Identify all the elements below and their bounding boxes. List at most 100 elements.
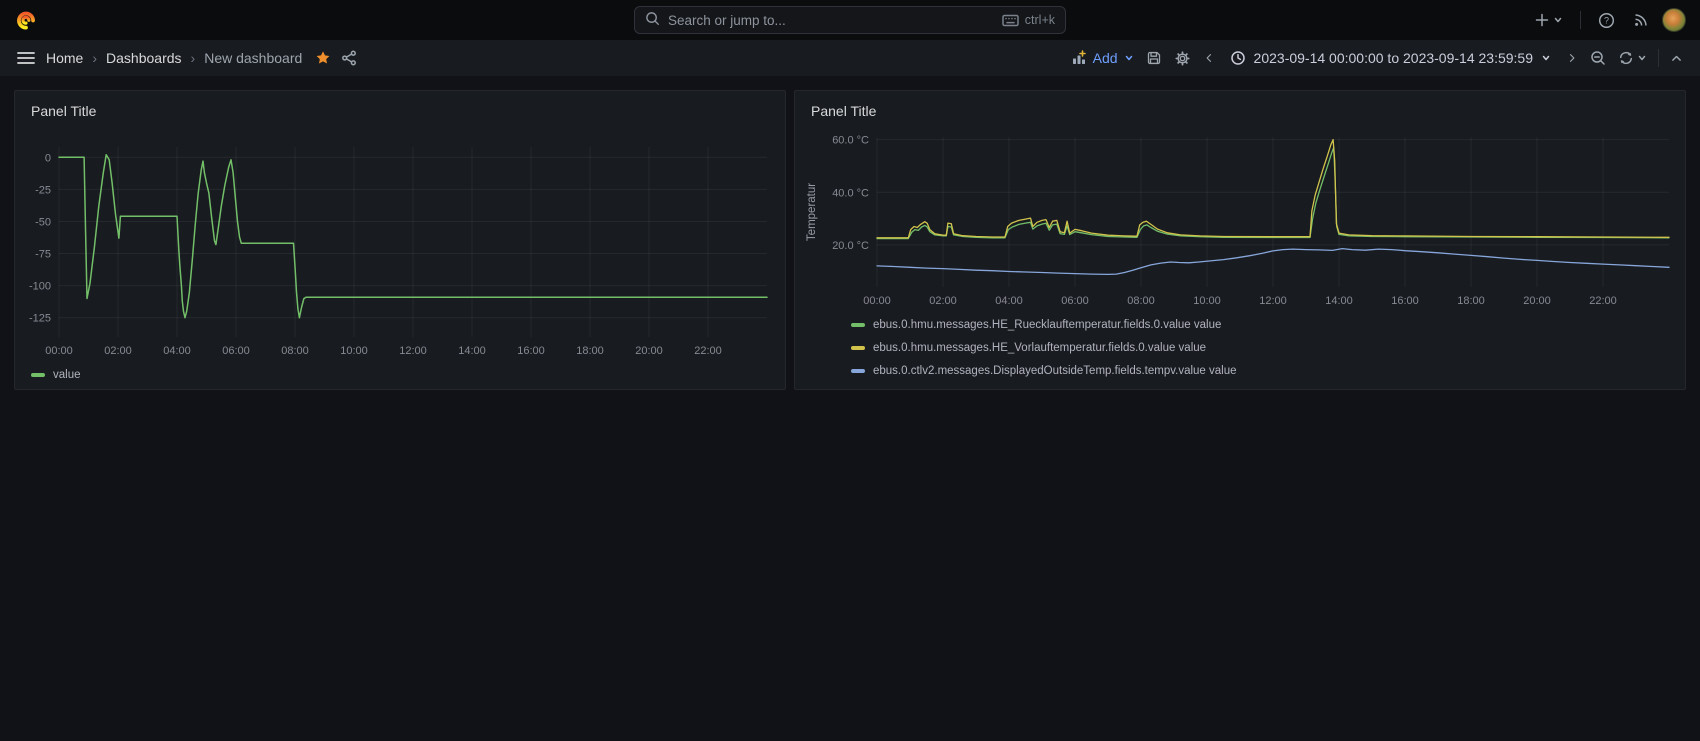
svg-text:08:00: 08:00	[281, 345, 309, 357]
search-icon	[645, 11, 660, 29]
panel-legend: value	[23, 363, 777, 386]
legend-label: ebus.0.hmu.messages.HE_Ruecklauftemperat…	[873, 319, 1221, 331]
panel-left: Panel Title 00:0002:0004:0006:0008:0010:…	[14, 90, 786, 390]
svg-text:04:00: 04:00	[163, 345, 191, 357]
time-range-picker[interactable]: 2023-09-14 00:00:00 to 2023-09-14 23:59:…	[1222, 46, 1559, 70]
svg-text:22:00: 22:00	[694, 345, 722, 357]
breadcrumb-dashboards[interactable]: Dashboards	[106, 50, 182, 66]
time-shift-forward-button[interactable]	[1561, 48, 1583, 68]
divider	[1580, 11, 1581, 29]
svg-text:16:00: 16:00	[517, 345, 545, 357]
svg-text:-100: -100	[29, 281, 51, 293]
time-series-chart[interactable]: 00:0002:0004:0006:0008:0010:0012:0014:00…	[23, 123, 777, 363]
svg-text:-125: -125	[29, 313, 51, 325]
legend-item[interactable]: ebus.0.hmu.messages.HE_Ruecklauftemperat…	[851, 313, 1677, 336]
svg-text:12:00: 12:00	[1259, 295, 1287, 307]
svg-text:10:00: 10:00	[340, 345, 368, 357]
legend-chip	[851, 346, 865, 350]
grafana-logo[interactable]	[14, 8, 38, 32]
favorite-star-button[interactable]	[310, 46, 336, 70]
breadcrumb-home[interactable]: Home	[46, 50, 83, 66]
top-nav: Search or jump to... ctrl+k ?	[0, 0, 1700, 40]
legend-item[interactable]: ebus.0.ctlv2.messages.DisplayedOutsideTe…	[851, 359, 1677, 382]
add-button[interactable]: Add	[1066, 46, 1139, 70]
chevron-down-icon	[1541, 53, 1551, 63]
svg-text:12:00: 12:00	[399, 345, 427, 357]
legend-label: ebus.0.hmu.messages.HE_Vorlauftemperatur…	[873, 342, 1206, 354]
dashboard-settings-button[interactable]	[1169, 46, 1196, 71]
breadcrumb-separator: ›	[191, 50, 196, 66]
svg-text:02:00: 02:00	[929, 295, 957, 307]
svg-text:06:00: 06:00	[1061, 295, 1089, 307]
svg-text:-75: -75	[35, 249, 51, 261]
svg-text:20:00: 20:00	[1523, 295, 1551, 307]
svg-text:18:00: 18:00	[576, 345, 604, 357]
legend-item[interactable]: value	[31, 363, 777, 386]
share-icon	[341, 50, 357, 66]
rss-icon	[1633, 12, 1649, 28]
add-label: Add	[1093, 50, 1118, 66]
time-shift-back-button[interactable]	[1198, 48, 1220, 68]
chevron-left-icon	[1203, 52, 1215, 64]
svg-text:Temperatur: Temperatur	[806, 183, 818, 241]
save-icon	[1146, 50, 1162, 66]
time-series-chart[interactable]: 00:00 02:00 04:00 06:00 08:00 10:00 12:00 14:00…	[803, 123, 1677, 313]
svg-text:00:00: 00:00	[863, 295, 891, 307]
svg-text:20:00: 20:00	[635, 345, 663, 357]
new-button[interactable]	[1529, 8, 1568, 32]
breadcrumb-current: New dashboard	[204, 50, 302, 66]
svg-text:22:00: 22:00	[1589, 295, 1617, 307]
svg-text:-50: -50	[35, 216, 51, 228]
search-placeholder: Search or jump to...	[668, 13, 786, 28]
svg-text:08:00: 08:00	[1127, 295, 1155, 307]
chevron-down-icon	[1124, 53, 1134, 63]
news-button[interactable]	[1628, 8, 1654, 32]
svg-text:02:00: 02:00	[104, 345, 132, 357]
help-button[interactable]: ?	[1593, 8, 1620, 33]
panel-title[interactable]: Panel Title	[803, 100, 1677, 123]
chevron-down-icon	[1637, 53, 1647, 63]
legend-chip	[31, 373, 45, 377]
collapse-toolbar-button[interactable]	[1665, 48, 1688, 69]
hamburger-icon	[17, 51, 35, 65]
svg-text:40.0 °C: 40.0 °C	[832, 187, 869, 199]
divider	[1658, 49, 1659, 67]
svg-text:10:00: 10:00	[1193, 295, 1221, 307]
help-icon: ?	[1598, 12, 1615, 29]
legend-label: value	[53, 369, 81, 381]
save-dashboard-button[interactable]	[1141, 46, 1167, 70]
legend-label: ebus.0.ctlv2.messages.DisplayedOutsideTe…	[873, 365, 1237, 377]
chevron-right-icon	[1566, 52, 1578, 64]
keyboard-shortcut-hint: ctrl+k	[1002, 13, 1055, 27]
plus-icon	[1534, 12, 1550, 28]
search-area: Search or jump to... ctrl+k	[0, 0, 1700, 40]
search-input[interactable]: Search or jump to... ctrl+k	[634, 6, 1066, 34]
svg-text:60.0 °C: 60.0 °C	[832, 135, 869, 147]
keyboard-icon	[1002, 14, 1019, 27]
svg-text:20.0 °C: 20.0 °C	[832, 240, 869, 252]
share-button[interactable]	[336, 46, 362, 70]
toolbar-actions: Add 2023-09-14 00:00:00 to 2023-09-	[1066, 46, 1688, 71]
panel-title[interactable]: Panel Title	[23, 100, 777, 123]
panel-legend: ebus.0.hmu.messages.HE_Ruecklauftemperat…	[803, 313, 1677, 382]
svg-text:18:00: 18:00	[1457, 295, 1485, 307]
legend-chip	[851, 323, 865, 327]
user-avatar[interactable]	[1662, 8, 1686, 32]
clock-icon	[1230, 50, 1246, 66]
mega-menu-toggle[interactable]	[12, 47, 40, 69]
chevron-down-icon	[1553, 15, 1563, 25]
svg-text:16:00: 16:00	[1391, 295, 1419, 307]
breadcrumb: Home › Dashboards › New dashboard	[46, 50, 302, 66]
refresh-button[interactable]	[1613, 46, 1652, 70]
panel-right: Panel Title 00:00 02:00 04:00 06:00 08:00 10:…	[794, 90, 1686, 390]
refresh-icon	[1618, 50, 1634, 66]
svg-text:04:00: 04:00	[995, 295, 1023, 307]
legend-item[interactable]: ebus.0.hmu.messages.HE_Vorlauftemperatur…	[851, 336, 1677, 359]
svg-text:14:00: 14:00	[458, 345, 486, 357]
svg-text:0: 0	[45, 152, 51, 164]
zoom-out-time-button[interactable]	[1585, 46, 1611, 70]
svg-text:14:00: 14:00	[1325, 295, 1353, 307]
dashboard-canvas: Panel Title 00:00 02:00 04:00 06:00 08:00 10:…	[0, 76, 1700, 404]
dashboard-toolbar: Home › Dashboards › New dashboard Add	[0, 40, 1700, 76]
time-range-label: 2023-09-14 00:00:00 to 2023-09-14 23:59:…	[1254, 50, 1533, 66]
